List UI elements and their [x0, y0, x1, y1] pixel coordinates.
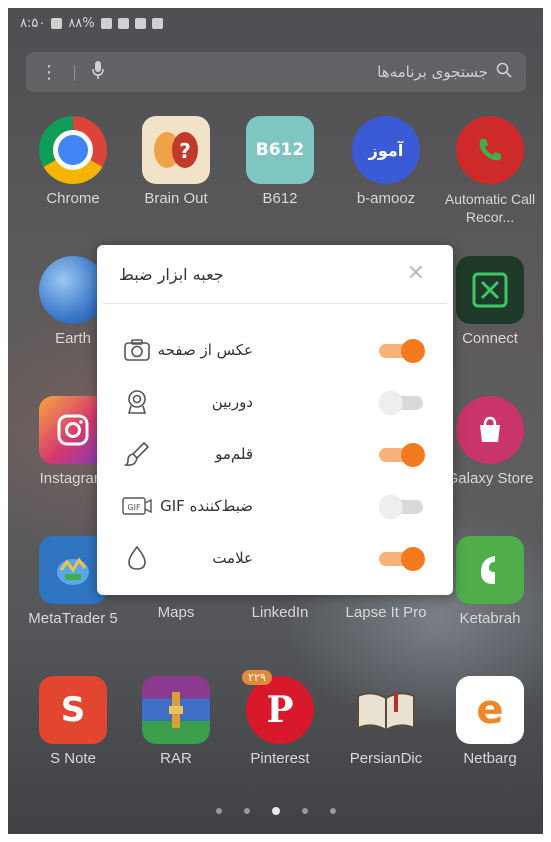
app-persiandic[interactable]: PersianDic [336, 676, 436, 768]
app-b-amooz[interactable]: آموز b-amooz [336, 116, 436, 208]
app-label: Chrome [46, 190, 100, 207]
galaxy-store-icon [456, 396, 524, 464]
brush-icon [121, 438, 153, 470]
rar-archive-icon [142, 676, 210, 744]
app-label: Brain Out [144, 190, 208, 207]
toggle-switch[interactable] [379, 339, 425, 363]
option-screenshot[interactable]: عکس از صفحه [97, 325, 453, 375]
svg-text:?: ? [179, 139, 191, 163]
app-label: b-amooz [356, 190, 416, 207]
toggle-switch[interactable] [379, 443, 425, 467]
option-label: ضبط‌کننده GIF [160, 497, 253, 515]
b612-icon: B612 [246, 116, 314, 184]
notification-icon [134, 17, 146, 29]
option-label: قلم‌مو [215, 445, 253, 463]
b-amooz-icon: آموز [352, 116, 420, 184]
app-brain-out[interactable]: ? Brain Out [126, 116, 226, 208]
app-label: Pinterest [250, 750, 310, 767]
option-label: عکس از صفحه [157, 341, 253, 359]
app-b612[interactable]: B612 B612 [230, 116, 330, 208]
dialog-header: جعبه ابزار ضبط ✕ [103, 245, 447, 304]
app-galaxy-store[interactable]: Galaxy Store [440, 396, 540, 488]
app-label: LinkedIn [251, 604, 309, 621]
status-time: ۸:۵۰ [20, 15, 46, 31]
status-bar: ۸:۵۰ ۸۸% [8, 8, 543, 38]
app-rar[interactable]: RAR [126, 676, 226, 768]
brain-out-icon: ? [142, 116, 210, 184]
notification-badge: ۲۲۹ [242, 670, 272, 685]
app-chrome[interactable]: Chrome [23, 116, 123, 208]
option-watermark[interactable]: علامت [97, 533, 453, 583]
s-note-icon: S [39, 676, 107, 744]
option-camera[interactable]: دوربین [97, 377, 453, 427]
option-gif-recorder[interactable]: GIF ضبط‌کننده GIF [97, 481, 453, 531]
ketabrah-icon [456, 536, 524, 604]
page-dot[interactable] [301, 808, 308, 814]
battery-icon [51, 17, 63, 29]
app-label: Connect [462, 330, 518, 347]
signal-icon [117, 17, 129, 29]
option-brush[interactable]: قلم‌مو [97, 429, 453, 479]
app-label: Lapse It Pro [345, 604, 427, 621]
app-search-bar[interactable]: ⋮ | جستجوی برنامه‌ها [26, 52, 526, 92]
app-s-note[interactable]: S S Note [23, 676, 123, 768]
divider: | [72, 63, 78, 81]
app-label: Maps [157, 604, 195, 621]
app-label: RAR [160, 750, 192, 767]
search-placeholder: جستجوی برنامه‌ها [377, 63, 488, 81]
app-label: PersianDic [349, 750, 423, 767]
close-icon[interactable]: ✕ [407, 263, 425, 285]
microphone-icon[interactable] [91, 60, 105, 84]
app-label: S Note [50, 750, 96, 767]
app-call-recorder[interactable]: Automatic Call Recor... [440, 116, 540, 226]
page-dot[interactable] [215, 808, 222, 814]
toggle-switch[interactable] [379, 547, 425, 571]
toggle-switch[interactable] [379, 391, 425, 415]
book-icon [352, 676, 420, 744]
app-label: Netbarg [463, 750, 517, 767]
app-pinterest[interactable]: P ۲۲۹ Pinterest [230, 670, 330, 768]
app-label: Automatic Call Recor... [444, 191, 536, 225]
watermark-drop-icon [121, 542, 153, 574]
page-dot[interactable] [243, 808, 250, 814]
option-label: دوربین [211, 393, 253, 411]
recording-toolbox-dialog: جعبه ابزار ضبط ✕ عکس از صفحه دوربین قلم‌… [97, 245, 453, 595]
camera-icon [121, 334, 153, 366]
page-dot[interactable] [329, 808, 336, 814]
dialog-title: جعبه ابزار ضبط [119, 264, 224, 284]
netbarg-icon: e [456, 676, 524, 744]
svg-text:GIF: GIF [127, 503, 141, 512]
app-label: Galaxy Store [446, 470, 534, 487]
webcam-icon [121, 386, 153, 418]
app-label: Ketabrah [459, 610, 521, 627]
settings-notification-icon [151, 17, 163, 29]
more-options-icon[interactable]: ⋮ [40, 62, 58, 83]
page-dot-active[interactable] [271, 807, 280, 815]
status-battery: ۸۸% [68, 15, 95, 31]
gif-icon: GIF [121, 490, 153, 522]
search-icon [496, 62, 512, 82]
toggle-switch[interactable] [379, 495, 425, 519]
app-label: B612 [262, 190, 298, 207]
app-netbarg[interactable]: e Netbarg [440, 676, 540, 768]
app-ketabrah[interactable]: Ketabrah [440, 536, 540, 628]
pinterest-icon: P [246, 676, 314, 744]
app-label: MetaTrader 5 [28, 610, 118, 627]
phone-recorder-icon [456, 116, 524, 184]
page-indicator [8, 807, 543, 815]
option-label: علامت [212, 549, 253, 567]
app-connect[interactable]: Connect [440, 256, 540, 348]
sim-icon [100, 17, 112, 29]
chrome-icon [39, 116, 107, 184]
connect-icon [456, 256, 524, 324]
